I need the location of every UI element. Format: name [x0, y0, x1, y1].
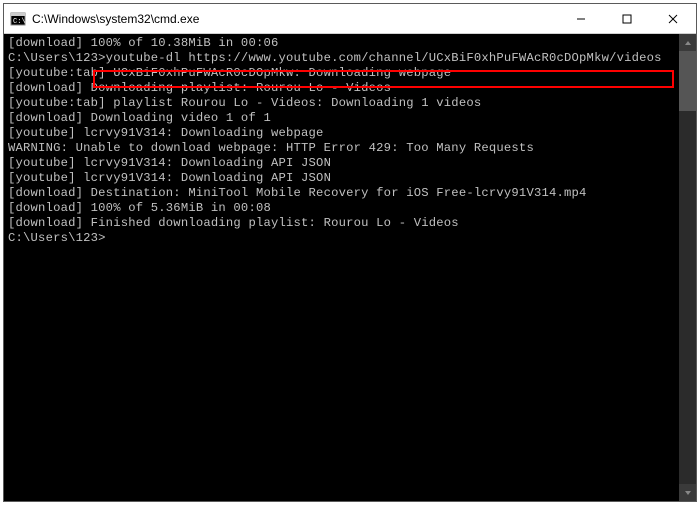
window-title: C:\Windows\system32\cmd.exe: [32, 12, 558, 26]
window-controls: [558, 4, 696, 33]
cmd-window: C:\ C:\Windows\system32\cmd.exe [downloa…: [3, 3, 697, 502]
scroll-up-arrow[interactable]: [679, 34, 696, 51]
vertical-scrollbar[interactable]: [679, 34, 696, 501]
titlebar[interactable]: C:\ C:\Windows\system32\cmd.exe: [4, 4, 696, 34]
terminal-line: [download] 100% of 5.36MiB in 00:08: [8, 201, 675, 216]
terminal-line: [download] Downloading playlist: Rourou …: [8, 81, 675, 96]
terminal-line: [youtube:tab] playlist Rourou Lo - Video…: [8, 96, 675, 111]
terminal-line: [youtube] lcrvy91V314: Downloading API J…: [8, 156, 675, 171]
terminal-area: [download] 100% of 10.38MiB in 00:06C:\U…: [4, 34, 696, 501]
terminal-line: C:\Users\123>: [8, 231, 675, 246]
terminal-line: [youtube:tab] UCxBiF0xhPuFWAcR0cDOpMkw: …: [8, 66, 675, 81]
terminal-line: C:\Users\123>youtube-dl https://www.yout…: [8, 51, 675, 66]
terminal-line: [youtube] lcrvy91V314: Downloading webpa…: [8, 126, 675, 141]
terminal-output[interactable]: [download] 100% of 10.38MiB in 00:06C:\U…: [4, 34, 679, 501]
terminal-line: WARNING: Unable to download webpage: HTT…: [8, 141, 675, 156]
svg-text:C:\: C:\: [13, 18, 26, 26]
cmd-icon: C:\: [10, 11, 26, 27]
scroll-down-arrow[interactable]: [679, 484, 696, 501]
terminal-line: [download] Finished downloading playlist…: [8, 216, 675, 231]
terminal-line: [download] Downloading video 1 of 1: [8, 111, 675, 126]
minimize-button[interactable]: [558, 4, 604, 33]
close-button[interactable]: [650, 4, 696, 33]
maximize-button[interactable]: [604, 4, 650, 33]
scroll-thumb[interactable]: [679, 51, 696, 111]
terminal-line: [download] 100% of 10.38MiB in 00:06: [8, 36, 675, 51]
terminal-line: [download] Destination: MiniTool Mobile …: [8, 186, 675, 201]
terminal-line: [youtube] lcrvy91V314: Downloading API J…: [8, 171, 675, 186]
